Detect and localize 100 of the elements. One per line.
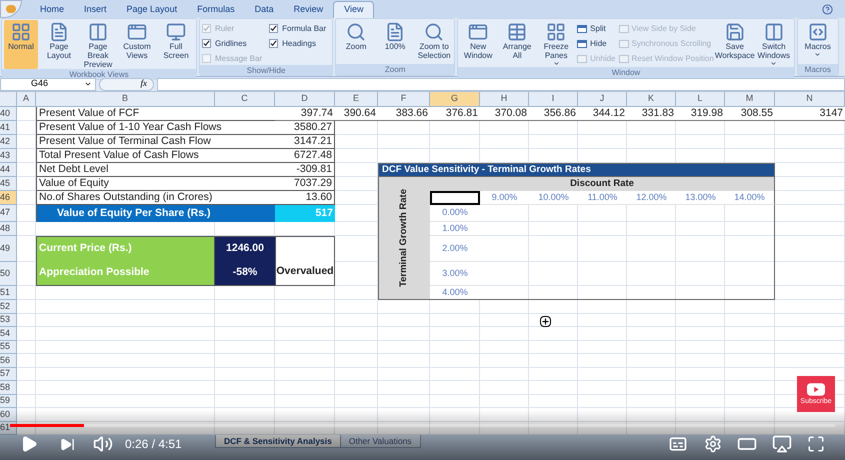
window-icon bbox=[468, 22, 488, 42]
ribbon-tab[interactable]: Data bbox=[244, 1, 284, 18]
ribbon-small-button[interactable]: Hide bbox=[577, 37, 616, 50]
ribbon-button[interactable]: Full Screen bbox=[158, 20, 194, 69]
cursor-icon bbox=[540, 316, 551, 327]
ribbon-tab[interactable]: Formulas bbox=[187, 1, 245, 18]
row-header[interactable]: 51 bbox=[0, 286, 17, 300]
ribbon-button[interactable]: Switch Windows bbox=[756, 20, 792, 67]
name-box[interactable]: G46 bbox=[0, 78, 96, 90]
table-cell: Present Value of 1-10 Year Cash Flows bbox=[36, 121, 275, 135]
row-header[interactable]: 55 bbox=[0, 340, 17, 354]
ribbon-tab[interactable]: Page Layout bbox=[116, 1, 188, 18]
formula-input[interactable] bbox=[157, 78, 845, 90]
column-header[interactable]: E bbox=[335, 92, 378, 107]
row-header[interactable]: 46 bbox=[0, 191, 17, 205]
row-header[interactable]: 42 bbox=[0, 135, 17, 149]
page-icon bbox=[49, 22, 69, 42]
column-header[interactable]: N bbox=[775, 92, 845, 107]
ribbon-button[interactable]: Custom Views bbox=[119, 20, 155, 69]
column-header[interactable]: C bbox=[215, 92, 275, 107]
row-header[interactable]: 54 bbox=[0, 327, 17, 340]
row-header[interactable]: 59 bbox=[0, 394, 17, 408]
volume-icon[interactable] bbox=[93, 434, 113, 454]
sheet-tab[interactable]: DCF & Sensitivity Analysis bbox=[215, 435, 341, 448]
window-icon bbox=[127, 22, 147, 42]
table-cell: 3.00% bbox=[430, 262, 480, 286]
row-header[interactable]: 56 bbox=[0, 354, 17, 368]
ribbon-button[interactable]: Freeze Panes bbox=[538, 20, 574, 67]
function-label[interactable]: fx bbox=[140, 77, 147, 91]
table-cell-text: Appreciation Possible bbox=[39, 265, 150, 280]
ribbon-button[interactable]: Normal bbox=[4, 20, 38, 69]
ribbon-checkbox[interactable]: Headings bbox=[269, 37, 330, 50]
ribbon-tab[interactable]: Home bbox=[30, 1, 74, 18]
row-header[interactable]: 44 bbox=[0, 163, 17, 177]
row-header[interactable]: 57 bbox=[0, 368, 17, 381]
column-header[interactable]: F bbox=[378, 92, 430, 107]
table-cell: Total Present Value of Cash Flows bbox=[36, 149, 275, 163]
ribbon-button[interactable]: 100% bbox=[377, 20, 414, 64]
columns-icon bbox=[88, 22, 108, 42]
caret-icon bbox=[84, 80, 92, 88]
row-header[interactable]: 52 bbox=[0, 300, 17, 314]
table-cell: 10.00% bbox=[529, 191, 578, 205]
ribbon-button[interactable]: Save Workspace bbox=[716, 20, 753, 67]
column-header[interactable]: M bbox=[725, 92, 775, 107]
row-header[interactable]: 45 bbox=[0, 177, 17, 191]
column-header[interactable]: J bbox=[578, 92, 627, 107]
table-cell: 1.00% bbox=[430, 222, 480, 236]
caret-icon bbox=[770, 60, 778, 67]
ribbon-button[interactable]: Zoom to Selection bbox=[416, 20, 452, 64]
table-title: DCF Value Sensitivity - Terminal Growth Rates bbox=[378, 163, 775, 177]
column-header[interactable]: D bbox=[275, 92, 335, 107]
row-header[interactable]: 58 bbox=[0, 381, 17, 394]
caret-icon bbox=[814, 51, 822, 58]
table-cell-text: -58% bbox=[232, 265, 258, 280]
ribbon-button[interactable]: Arrange All bbox=[499, 20, 536, 67]
row-header[interactable]: 41 bbox=[0, 121, 17, 135]
help-icon[interactable] bbox=[822, 4, 833, 15]
next-icon[interactable] bbox=[60, 436, 75, 452]
row-header[interactable]: 47 bbox=[0, 205, 17, 222]
table-cell: No.of Shares Outstanding (in Crores) bbox=[36, 191, 275, 205]
fullscreen-icon[interactable] bbox=[807, 435, 825, 453]
play-icon[interactable] bbox=[20, 435, 38, 453]
column-header[interactable]: A bbox=[17, 92, 36, 107]
column-header[interactable]: K bbox=[627, 92, 676, 107]
column-header[interactable]: L bbox=[676, 92, 725, 107]
table-cell: 390.64 bbox=[335, 107, 378, 121]
ribbon-tab[interactable]: Insert bbox=[74, 1, 117, 18]
column-header[interactable]: I bbox=[529, 92, 578, 107]
table-cell: 517 bbox=[275, 205, 335, 222]
row-header[interactable]: 40 bbox=[0, 107, 17, 121]
row-header[interactable]: 43 bbox=[0, 149, 17, 163]
row-header[interactable]: 53 bbox=[0, 314, 17, 327]
sheet-tab[interactable]: Other Valuations bbox=[340, 435, 421, 448]
column-header[interactable]: G bbox=[430, 92, 480, 107]
ribbon-checkbox[interactable]: Formula Bar bbox=[269, 22, 330, 35]
ribbon-small-button[interactable]: Split bbox=[577, 22, 616, 35]
search-icon bbox=[424, 22, 444, 42]
group-label: Macros bbox=[798, 64, 838, 75]
ribbon-button[interactable]: Page Break Preview bbox=[80, 20, 116, 69]
office-logo-icon bbox=[6, 5, 16, 13]
column-header[interactable]: B bbox=[36, 92, 215, 107]
table-cell: 0.00% bbox=[430, 205, 480, 222]
ribbon-button[interactable]: Page Layout bbox=[41, 20, 77, 69]
columns-icon bbox=[764, 22, 784, 42]
ribbon-tab[interactable]: Review bbox=[284, 1, 334, 18]
ribbon-checkbox[interactable]: Gridlines bbox=[202, 37, 266, 50]
ribbon-button[interactable]: New Window bbox=[460, 20, 496, 67]
ribbon-tab[interactable]: View bbox=[333, 1, 374, 18]
row-header[interactable]: 60 bbox=[0, 408, 17, 422]
selected-cell[interactable] bbox=[430, 191, 480, 205]
airplay-icon[interactable] bbox=[772, 434, 792, 454]
ribbon-button[interactable]: Macros bbox=[800, 20, 836, 64]
column-header[interactable]: H bbox=[480, 92, 529, 107]
checkbox-icon bbox=[202, 54, 211, 63]
row-header[interactable]: 48 bbox=[0, 222, 17, 236]
ribbon-button[interactable]: Zoom bbox=[338, 20, 374, 64]
checkbox-icon bbox=[269, 39, 278, 48]
row-header[interactable]: 50 bbox=[0, 262, 17, 286]
settings-icon[interactable] bbox=[704, 435, 722, 453]
row-header[interactable]: 49 bbox=[0, 236, 17, 262]
